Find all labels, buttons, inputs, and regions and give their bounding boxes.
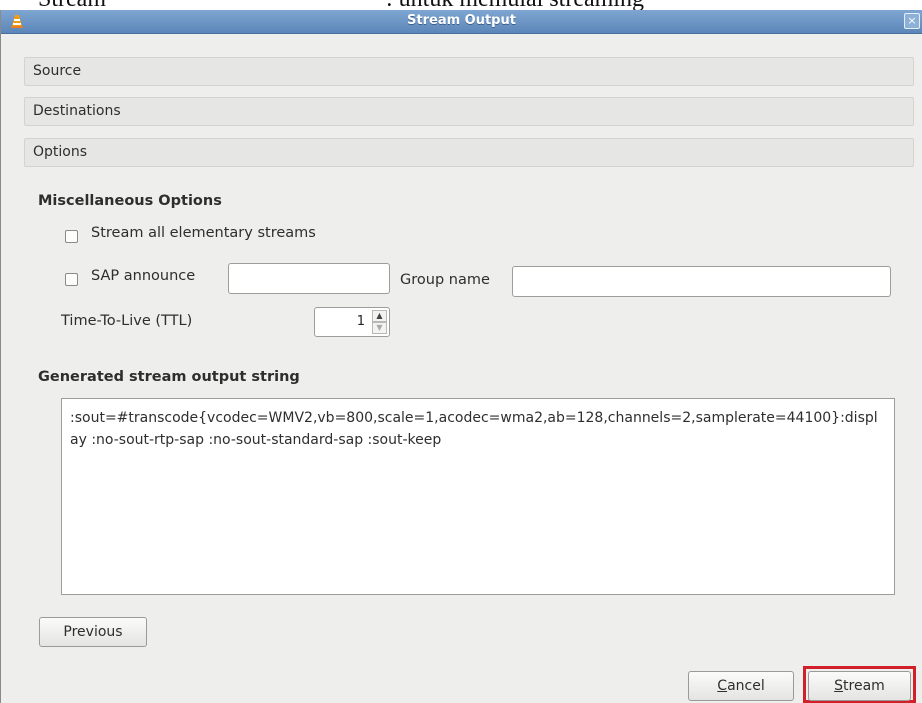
output-string-heading: Generated stream output string bbox=[38, 369, 300, 385]
stream-mnemonic: S bbox=[834, 678, 844, 694]
title-bar[interactable]: Stream Output × bbox=[1, 10, 922, 34]
previous-button[interactable]: Previous bbox=[39, 617, 147, 647]
close-icon[interactable]: × bbox=[904, 13, 920, 29]
output-string-textarea[interactable]: :sout=#transcode{vcodec=WMV2,vb=800,scal… bbox=[61, 398, 895, 595]
sap-announce-input[interactable] bbox=[228, 263, 390, 294]
sap-announce-label: SAP announce bbox=[91, 268, 196, 284]
chevron-down-icon[interactable]: ▼ bbox=[372, 322, 387, 334]
group-name-input[interactable] bbox=[512, 266, 891, 297]
cancel-label-rest: ancel bbox=[727, 678, 765, 694]
section-destinations[interactable]: Destinations bbox=[24, 97, 914, 126]
stream-label-rest: tream bbox=[843, 678, 885, 694]
section-options[interactable]: Options bbox=[24, 138, 914, 167]
cancel-button[interactable]: Cancel bbox=[688, 671, 794, 701]
section-source[interactable]: Source bbox=[24, 57, 914, 86]
ttl-value: 1 bbox=[356, 314, 365, 329]
cancel-mnemonic: C bbox=[717, 678, 728, 694]
chevron-up-icon[interactable]: ▲ bbox=[372, 310, 387, 322]
document-text-left: Stream bbox=[38, 0, 106, 10]
stream-all-checkbox[interactable] bbox=[65, 230, 78, 243]
sap-announce-checkbox[interactable] bbox=[65, 273, 78, 286]
ttl-spinbox[interactable]: 1 ▲ ▼ bbox=[314, 307, 390, 337]
document-text-right: : untuk memulai streaming bbox=[386, 0, 644, 10]
misc-options-heading: Miscellaneous Options bbox=[38, 193, 222, 209]
group-name-label: Group name bbox=[400, 272, 490, 288]
ttl-label: Time-To-Live (TTL) bbox=[61, 313, 193, 329]
document-text: Stream : untuk memulai streaming bbox=[38, 0, 918, 10]
stream-all-label: Stream all elementary streams bbox=[91, 225, 316, 241]
window-title: Stream Output bbox=[407, 13, 516, 28]
stream-button[interactable]: Stream bbox=[808, 671, 911, 701]
